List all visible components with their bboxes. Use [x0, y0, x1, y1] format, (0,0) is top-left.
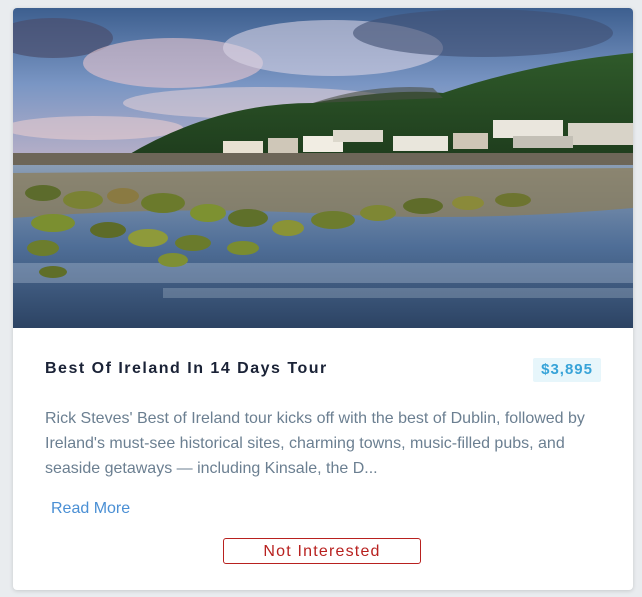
tour-title: Best Of Ireland In 14 Days Tour — [45, 360, 328, 377]
tour-card: Best Of Ireland In 14 Days Tour $3,895 R… — [13, 8, 633, 590]
not-interested-button[interactable]: Not Interested — [223, 538, 421, 564]
tour-description: Rick Steves' Best of Ireland tour kicks … — [45, 410, 585, 477]
landscape-photo — [13, 8, 633, 328]
tour-image — [13, 8, 633, 328]
read-more-link[interactable]: Read More — [51, 500, 130, 518]
price-badge: $3,895 — [533, 358, 601, 382]
